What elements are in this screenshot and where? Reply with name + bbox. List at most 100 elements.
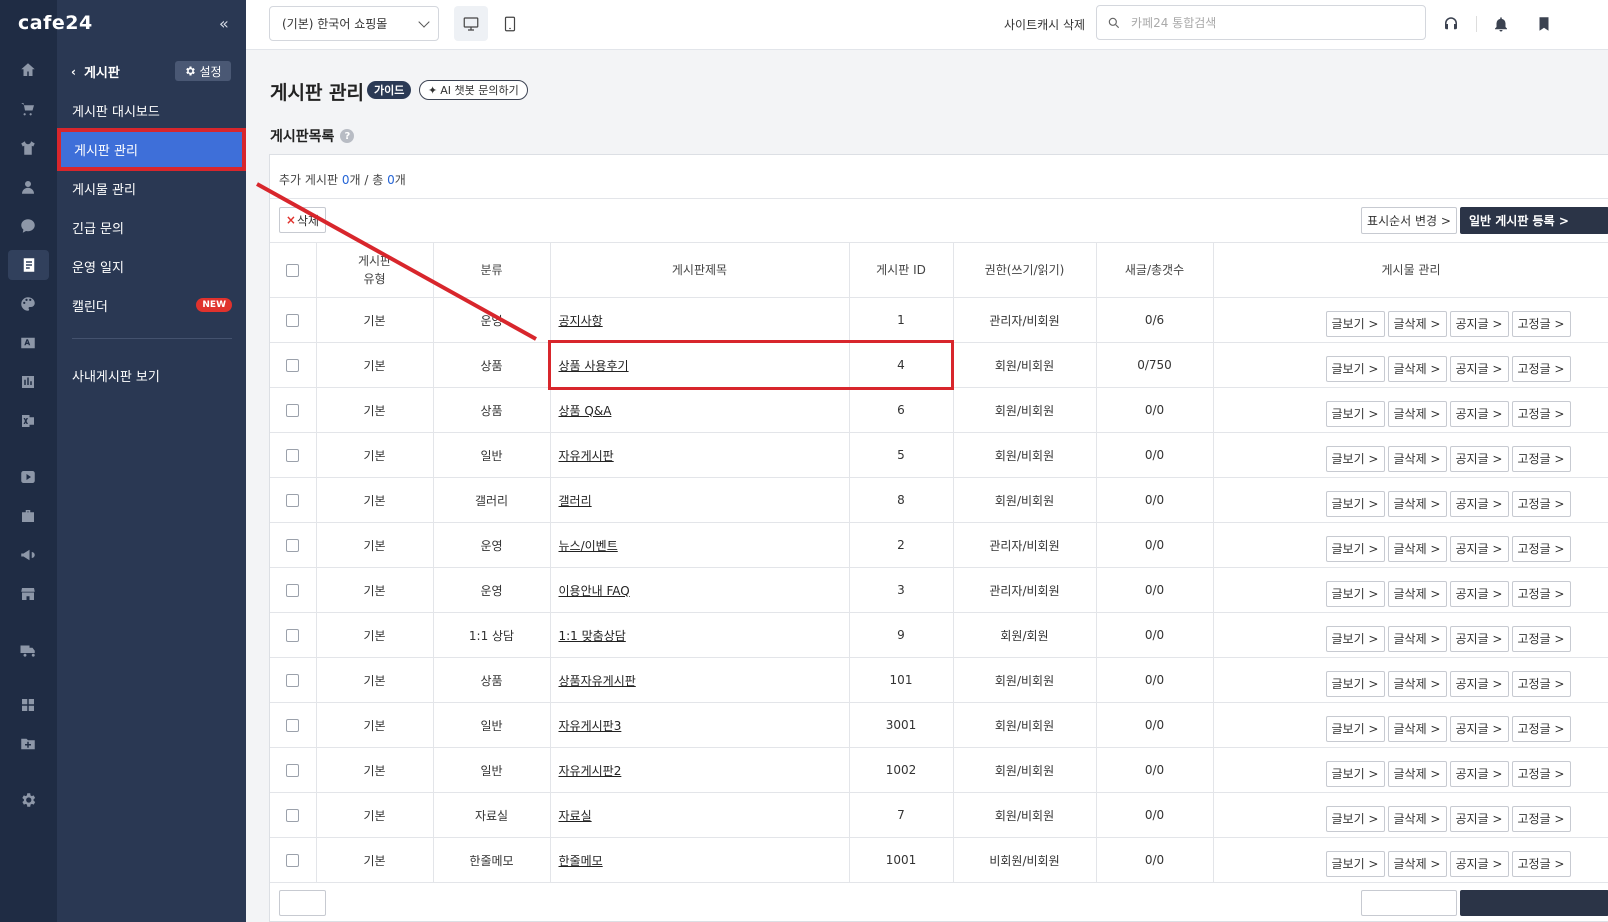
- view-posts-button[interactable]: 글보기 >: [1325, 355, 1385, 382]
- chat-icon[interactable]: [18, 216, 38, 236]
- row-checkbox[interactable]: [286, 449, 300, 462]
- sidebar-item-5[interactable]: 캘린더 NEW: [57, 286, 246, 325]
- register-board-button[interactable]: 일반 게시판 등록 >: [1460, 207, 1608, 234]
- delete-posts-button[interactable]: 글삭제 >: [1387, 445, 1447, 472]
- view-posts-button[interactable]: 글보기 >: [1325, 670, 1385, 697]
- pinned-posts-button[interactable]: 고정글 >: [1511, 490, 1571, 517]
- pinned-posts-button[interactable]: 고정글 >: [1511, 535, 1571, 562]
- row-checkbox[interactable]: [286, 809, 300, 822]
- board-title-link[interactable]: 상품 사용후기: [559, 359, 629, 373]
- pinned-posts-button[interactable]: 고정글 >: [1511, 715, 1571, 742]
- row-checkbox[interactable]: [286, 764, 300, 777]
- sidebar-item-3[interactable]: 긴급 문의: [57, 208, 246, 247]
- change-order-button-bottom[interactable]: [1361, 890, 1457, 916]
- notice-posts-button[interactable]: 공지글 >: [1449, 805, 1509, 832]
- excel-icon[interactable]: [18, 411, 38, 431]
- palette-icon[interactable]: [18, 294, 38, 314]
- row-checkbox[interactable]: [286, 719, 300, 732]
- view-posts-button[interactable]: 글보기 >: [1325, 490, 1385, 517]
- delete-posts-button[interactable]: 글삭제 >: [1387, 625, 1447, 652]
- pinned-posts-button[interactable]: 고정글 >: [1511, 445, 1571, 472]
- ai-chatbot-button[interactable]: ✦ AI 챗봇 문의하기: [419, 80, 528, 100]
- youtube-icon[interactable]: [18, 467, 38, 487]
- sidebar-item-2[interactable]: 게시물 관리: [57, 169, 246, 208]
- board-title-link[interactable]: 한줄메모: [559, 854, 603, 868]
- user-icon[interactable]: [18, 177, 38, 197]
- view-posts-button[interactable]: 글보기 >: [1325, 445, 1385, 472]
- board-title-link[interactable]: 상품자유게시판: [559, 674, 636, 688]
- search-input[interactable]: [1131, 15, 1401, 30]
- megaphone-icon[interactable]: [18, 545, 38, 565]
- truck-icon[interactable]: [18, 640, 38, 660]
- view-posts-button[interactable]: 글보기 >: [1325, 535, 1385, 562]
- mobile-view-button[interactable]: [493, 6, 527, 41]
- view-posts-button[interactable]: 글보기 >: [1325, 625, 1385, 652]
- pinned-posts-button[interactable]: 고정글 >: [1511, 625, 1571, 652]
- pinned-posts-button[interactable]: 고정글 >: [1511, 310, 1571, 337]
- delete-button[interactable]: × 삭제: [279, 207, 326, 233]
- pinned-posts-button[interactable]: 고정글 >: [1511, 850, 1571, 877]
- pinned-posts-button[interactable]: 고정글 >: [1511, 400, 1571, 427]
- pinned-posts-button[interactable]: 고정글 >: [1511, 760, 1571, 787]
- board-title-link[interactable]: 자유게시판2: [559, 764, 622, 778]
- board-title-link[interactable]: 공지사항: [559, 314, 603, 328]
- sidebar-item-0[interactable]: 게시판 대시보드: [57, 91, 246, 130]
- notice-posts-button[interactable]: 공지글 >: [1449, 535, 1509, 562]
- shop-select[interactable]: (기본) 한국어 쇼핑몰: [269, 6, 439, 41]
- folder-icon[interactable]: [18, 734, 38, 754]
- board-title-link[interactable]: 갤러리: [559, 494, 592, 508]
- board-title-link[interactable]: 자유게시판: [559, 449, 614, 463]
- help-icon[interactable]: ?: [340, 129, 355, 143]
- board-title-link[interactable]: 이용안내 FAQ: [559, 584, 630, 598]
- ad-icon[interactable]: [18, 333, 38, 353]
- briefcase-icon[interactable]: [18, 506, 38, 526]
- global-search[interactable]: [1096, 5, 1426, 40]
- delete-posts-button[interactable]: 글삭제 >: [1387, 805, 1447, 832]
- gear-icon[interactable]: [18, 790, 38, 810]
- notice-posts-button[interactable]: 공지글 >: [1449, 490, 1509, 517]
- delete-posts-button[interactable]: 글삭제 >: [1387, 490, 1447, 517]
- row-checkbox[interactable]: [286, 539, 300, 552]
- row-checkbox[interactable]: [286, 494, 300, 507]
- notice-posts-button[interactable]: 공지글 >: [1449, 850, 1509, 877]
- board-icon[interactable]: [8, 250, 49, 280]
- delete-posts-button[interactable]: 글삭제 >: [1387, 715, 1447, 742]
- view-posts-button[interactable]: 글보기 >: [1325, 850, 1385, 877]
- delete-posts-button[interactable]: 글삭제 >: [1387, 355, 1447, 382]
- home-icon[interactable]: [18, 60, 38, 80]
- sidebar-item-4[interactable]: 운영 일지: [57, 247, 246, 286]
- delete-posts-button[interactable]: 글삭제 >: [1387, 400, 1447, 427]
- change-order-button[interactable]: 표시순서 변경 >: [1361, 207, 1457, 234]
- register-board-button-bottom[interactable]: [1460, 890, 1608, 916]
- notice-posts-button[interactable]: 공지글 >: [1449, 400, 1509, 427]
- pinned-posts-button[interactable]: 고정글 >: [1511, 580, 1571, 607]
- view-posts-button[interactable]: 글보기 >: [1325, 805, 1385, 832]
- board-title-link[interactable]: 뉴스/이벤트: [559, 539, 618, 553]
- delete-posts-button[interactable]: 글삭제 >: [1387, 760, 1447, 787]
- pinned-posts-button[interactable]: 고정글 >: [1511, 805, 1571, 832]
- shirt-icon[interactable]: [18, 138, 38, 158]
- headset-icon[interactable]: [1441, 14, 1461, 34]
- notice-posts-button[interactable]: 공지글 >: [1449, 760, 1509, 787]
- sidebar-item-1[interactable]: 게시판 관리: [57, 128, 246, 171]
- view-posts-button[interactable]: 글보기 >: [1325, 310, 1385, 337]
- chart-icon[interactable]: [18, 372, 38, 392]
- row-checkbox[interactable]: [286, 674, 300, 687]
- delete-posts-button[interactable]: 글삭제 >: [1387, 310, 1447, 337]
- guide-badge[interactable]: 가이드: [367, 81, 412, 99]
- select-all-checkbox[interactable]: [286, 264, 300, 277]
- delete-posts-button[interactable]: 글삭제 >: [1387, 580, 1447, 607]
- row-checkbox[interactable]: [286, 404, 300, 417]
- view-posts-button[interactable]: 글보기 >: [1325, 400, 1385, 427]
- row-checkbox[interactable]: [286, 359, 300, 372]
- delete-button-bottom[interactable]: [279, 890, 326, 916]
- row-checkbox[interactable]: [286, 584, 300, 597]
- notice-posts-button[interactable]: 공지글 >: [1449, 715, 1509, 742]
- notice-posts-button[interactable]: 공지글 >: [1449, 580, 1509, 607]
- notice-posts-button[interactable]: 공지글 >: [1449, 445, 1509, 472]
- apps-icon[interactable]: [18, 695, 38, 715]
- notice-posts-button[interactable]: 공지글 >: [1449, 625, 1509, 652]
- view-posts-button[interactable]: 글보기 >: [1325, 715, 1385, 742]
- board-title-link[interactable]: 상품 Q&A: [559, 404, 612, 418]
- board-title-link[interactable]: 1:1 맞춤상담: [559, 629, 626, 643]
